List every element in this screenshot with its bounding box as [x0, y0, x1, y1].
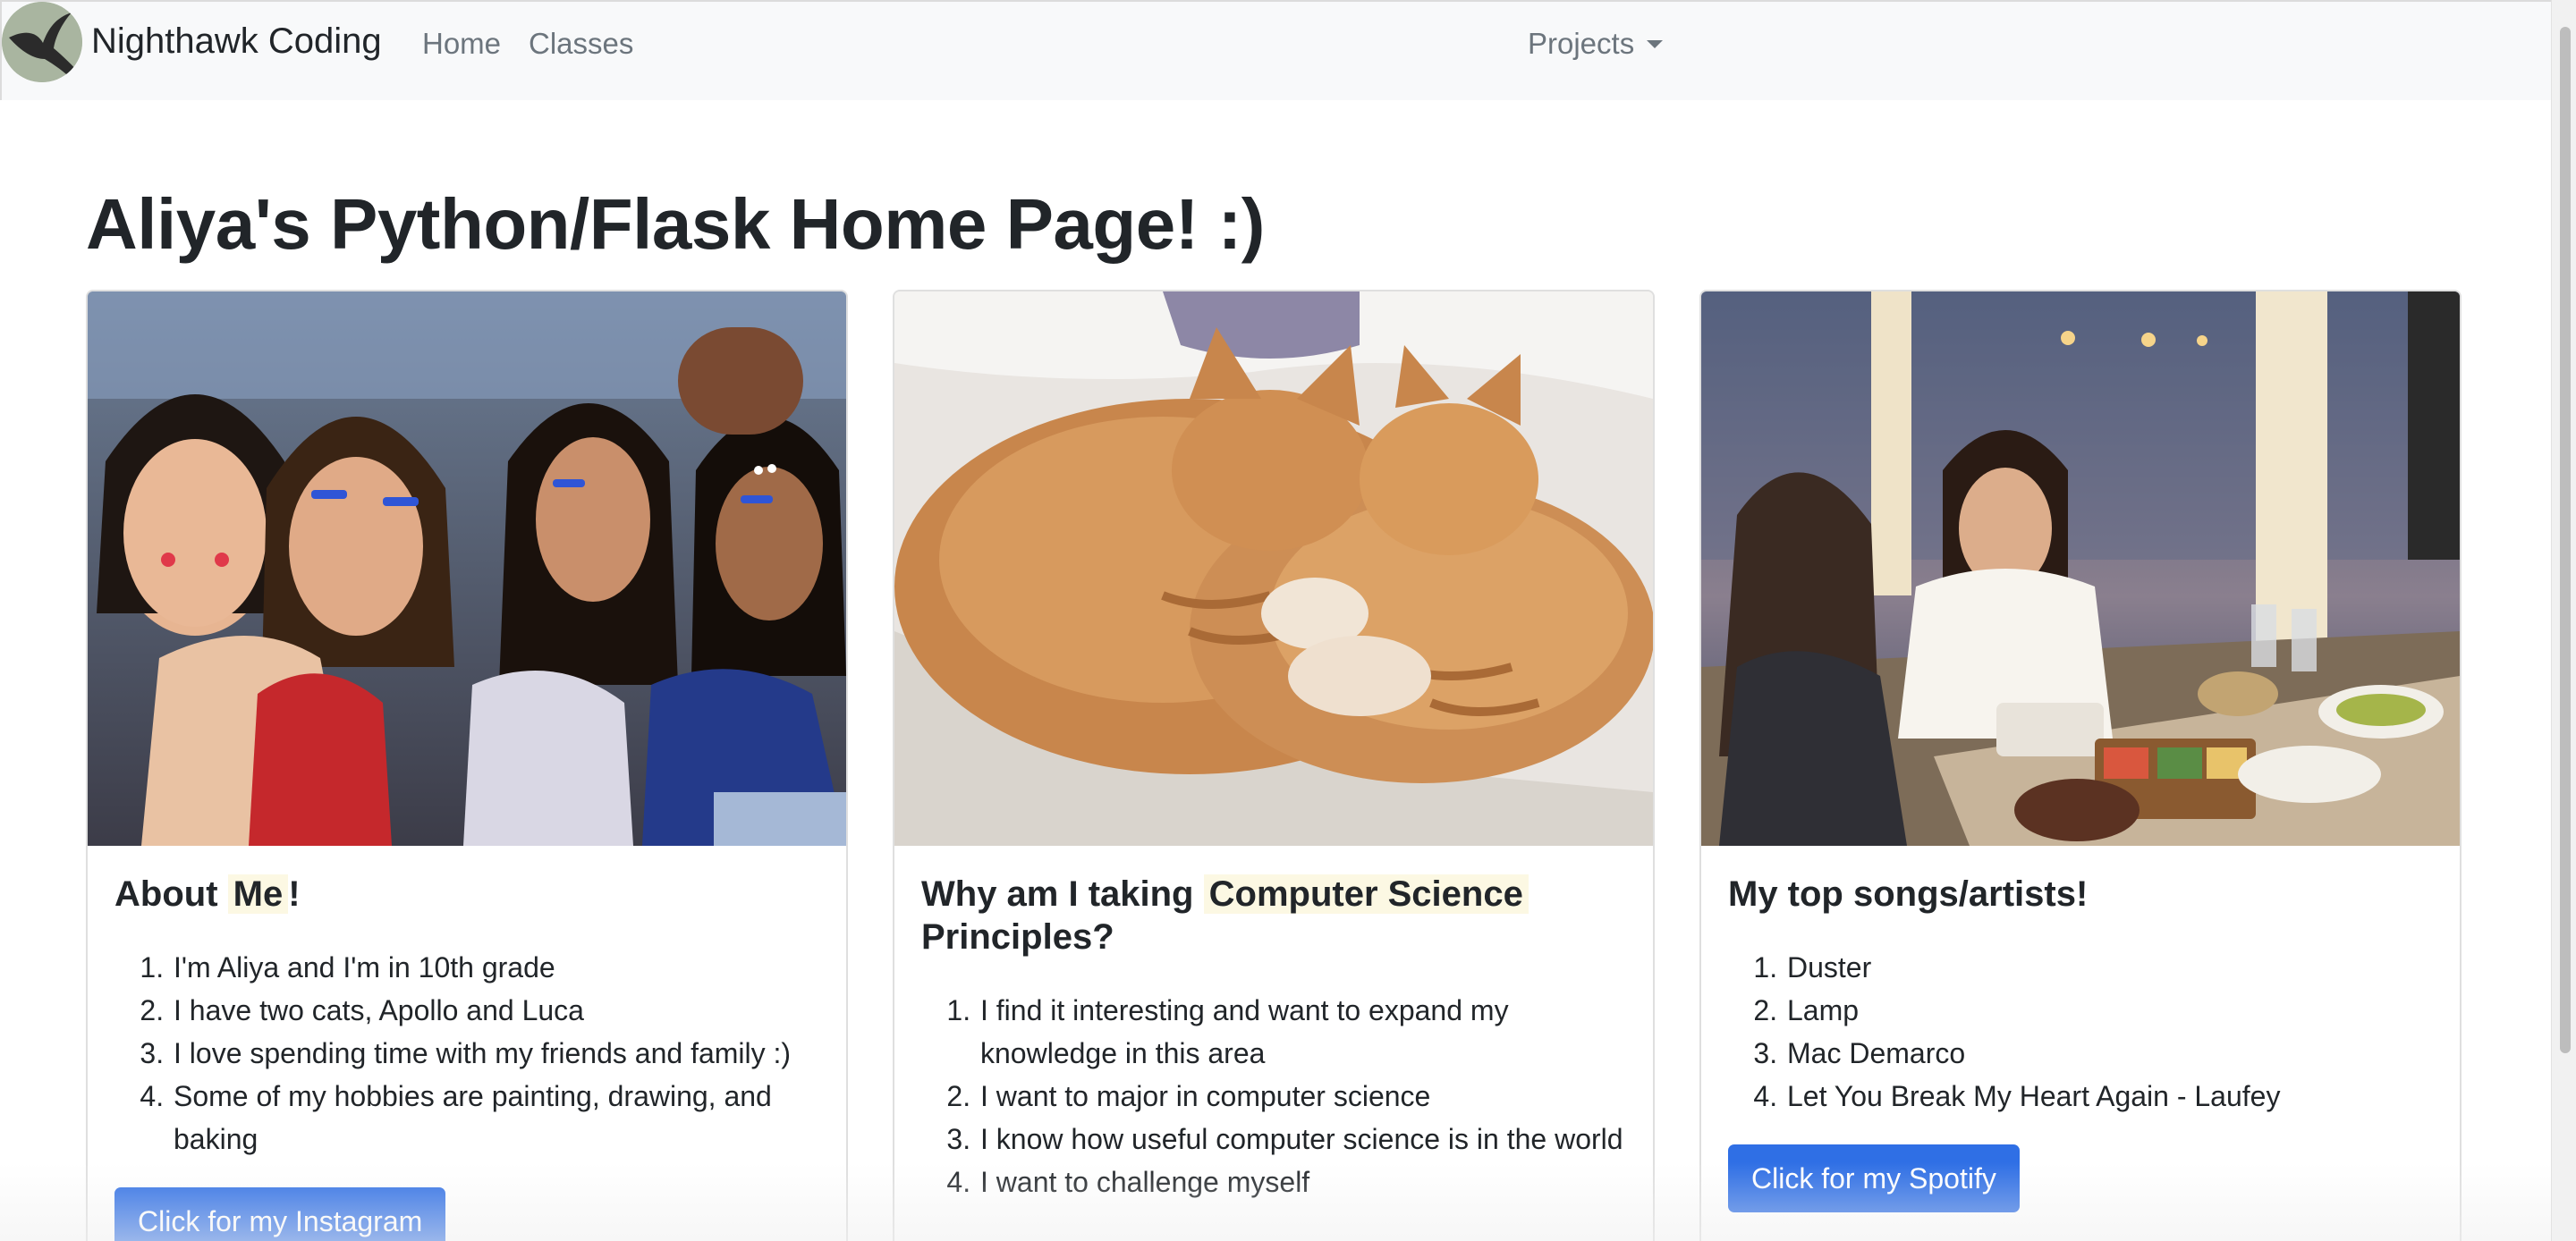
top-songs-list: Duster Lamp Mac Demarco Let You Break My…	[1728, 946, 2435, 1118]
list-item: I have two cats, Apollo and Luca	[172, 989, 821, 1032]
why-cs-list: I find it interesting and want to expand…	[921, 989, 1628, 1203]
chevron-down-icon	[1647, 40, 1664, 48]
page-title: Aliya's Python/Flask Home Page! :)	[86, 184, 1265, 264]
list-item: I know how useful computer science is in…	[979, 1118, 1628, 1161]
about-me-card: About Me! I'm Aliya and I'm in 10th grad…	[86, 290, 848, 1241]
nav-projects-dropdown[interactable]: Projects	[1528, 27, 1664, 61]
about-me-list: I'm Aliya and I'm in 10th grade I have t…	[114, 946, 821, 1161]
nighthawk-logo-icon[interactable]	[2, 2, 82, 82]
why-cs-card-body: Why am I taking Computer Science Principl…	[921, 873, 1628, 1203]
about-me-title-prefix: About	[114, 874, 218, 914]
list-item: I want to major in computer science	[979, 1075, 1628, 1118]
list-item: Let You Break My Heart Again - Laufey	[1785, 1075, 2435, 1118]
navbar: Nighthawk Coding Home Classes Projects	[0, 0, 2551, 100]
top-songs-card-body: My top songs/artists! Duster Lamp Mac De…	[1728, 873, 2435, 1212]
list-item: I'm Aliya and I'm in 10th grade	[172, 946, 821, 989]
dinner-photo	[1701, 291, 2460, 846]
list-item: I want to challenge myself	[979, 1161, 1628, 1203]
nav-classes-link[interactable]: Classes	[529, 27, 633, 61]
spotify-button[interactable]: Click for my Spotify	[1728, 1144, 2020, 1212]
list-item: Lamp	[1785, 989, 2435, 1032]
about-me-title: About Me!	[114, 873, 821, 916]
list-item: Some of my hobbies are painting, drawing…	[172, 1075, 821, 1161]
list-item: I find it interesting and want to expand…	[979, 989, 1628, 1075]
nav-projects-label: Projects	[1528, 27, 1635, 60]
about-me-card-body: About Me! I'm Aliya and I'm in 10th grad…	[114, 873, 821, 1241]
instagram-button[interactable]: Click for my Instagram	[114, 1187, 446, 1241]
scrollbar-thumb[interactable]	[2560, 27, 2571, 1053]
why-cs-title: Why am I taking Computer Science Principl…	[921, 873, 1628, 958]
top-songs-title: My top songs/artists!	[1728, 874, 2089, 914]
page: Nighthawk Coding Home Classes Projects A…	[0, 0, 2551, 1241]
why-cs-title-prefix: Why am I taking	[921, 874, 1194, 914]
about-me-title-highlight: Me	[227, 874, 289, 914]
why-cs-title-highlight: Computer Science	[1203, 874, 1529, 914]
list-item: Duster	[1785, 946, 2435, 989]
friends-photo	[88, 291, 846, 846]
nav-home-link[interactable]: Home	[422, 27, 501, 61]
list-item: I love spending time with my friends and…	[172, 1032, 821, 1075]
list-item: Mac Demarco	[1785, 1032, 2435, 1075]
about-me-title-suffix: !	[288, 874, 301, 914]
brand-name[interactable]: Nighthawk Coding	[91, 21, 382, 62]
why-cs-title-suffix: Principles?	[921, 917, 1114, 957]
why-cs-card: Why am I taking Computer Science Principl…	[893, 290, 1655, 1241]
top-songs-card: My top songs/artists! Duster Lamp Mac De…	[1699, 290, 2462, 1241]
cats-photo	[894, 291, 1653, 846]
